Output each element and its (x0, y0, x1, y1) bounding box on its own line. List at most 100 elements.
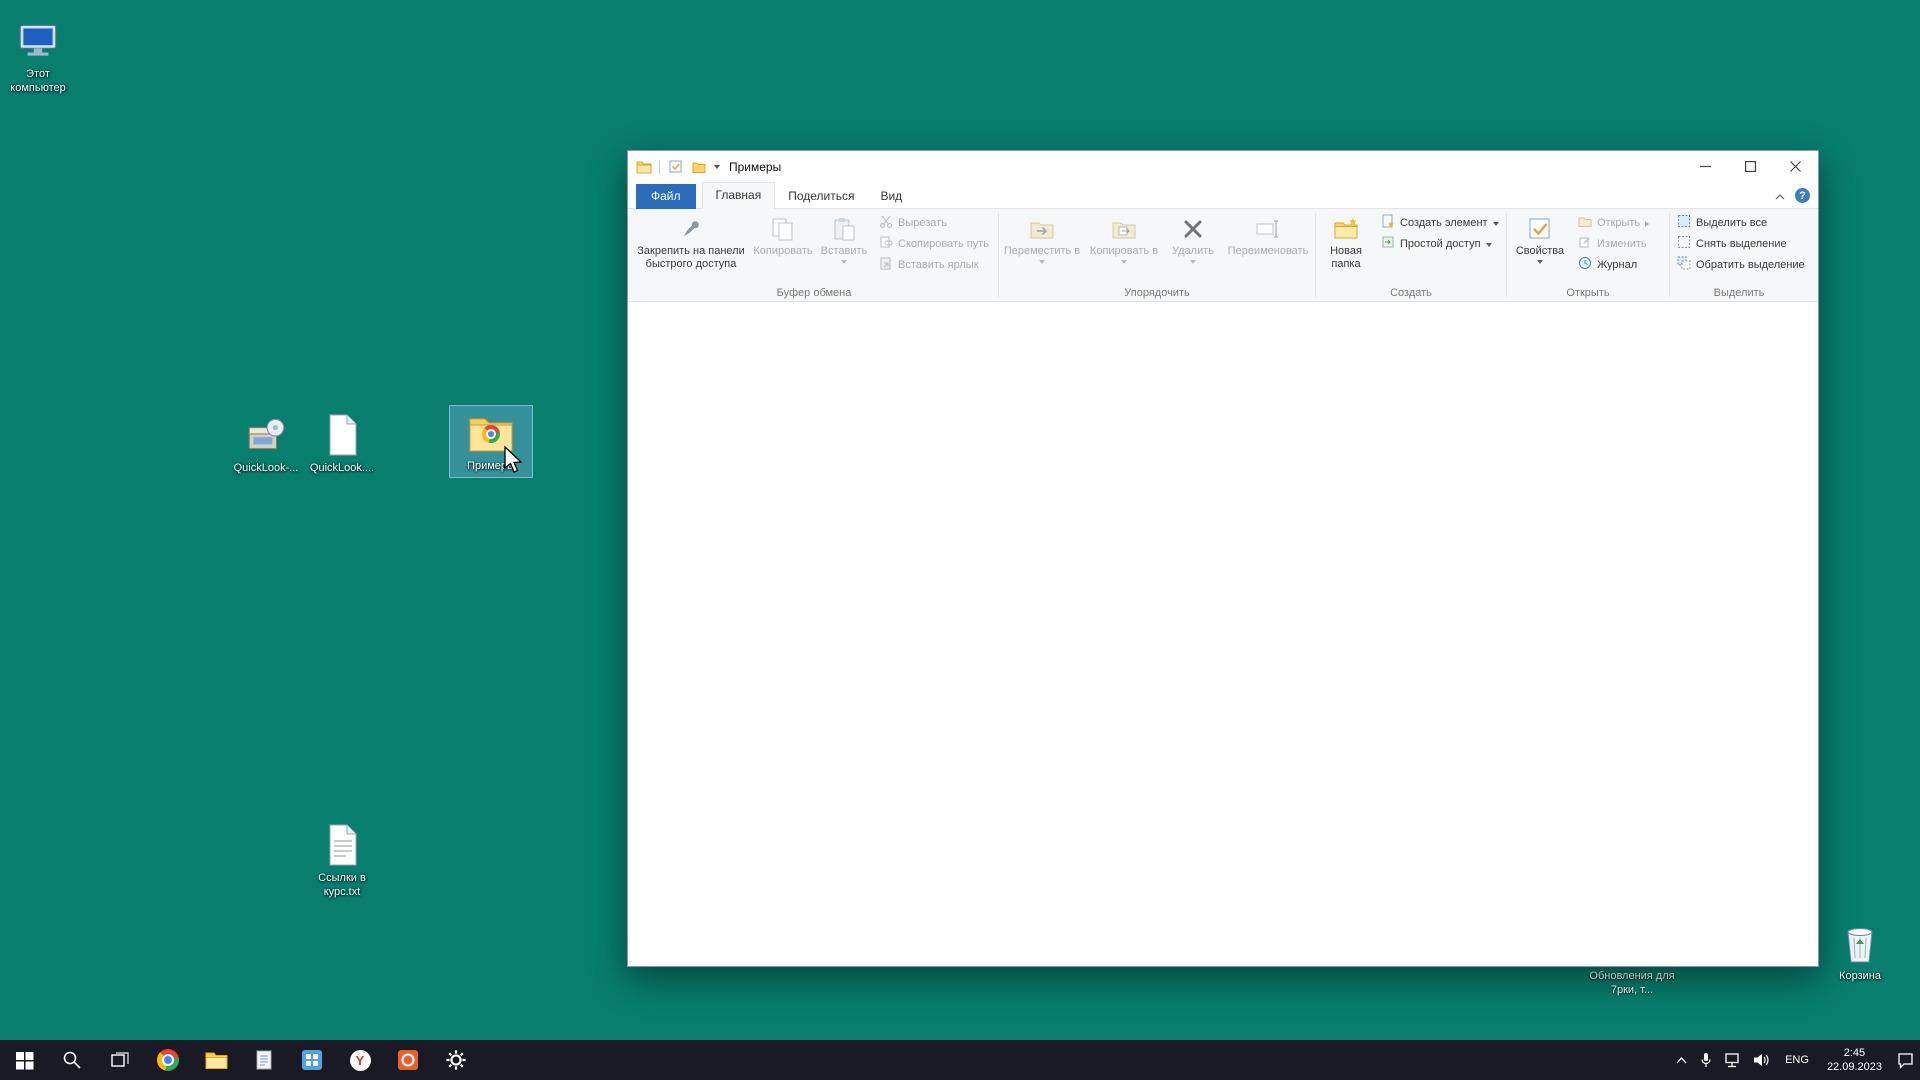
action-center-button[interactable] (1891, 1040, 1920, 1080)
taskbar-notepad-button[interactable] (240, 1040, 288, 1080)
new-folder-button[interactable]: Новая папка (1317, 211, 1375, 284)
desktop-icon-primery-folder[interactable]: Примеры (450, 406, 532, 477)
invert-selection-button[interactable]: Обратить выделение (1671, 255, 1807, 276)
open-button[interactable]: Открыть (1572, 213, 1668, 234)
tray-mic-button[interactable] (1693, 1040, 1719, 1080)
copy-button[interactable]: Копировать (751, 211, 815, 284)
paste-button[interactable]: Вставить (815, 211, 873, 284)
easy-access-icon (1381, 235, 1395, 254)
move-to-button[interactable]: Переместить в (1000, 211, 1084, 284)
rename-button[interactable]: Переименовать (1222, 211, 1314, 284)
dropdown-caret-icon (1039, 260, 1045, 264)
group-label-new: Создать (1317, 284, 1505, 301)
maximize-button[interactable] (1728, 151, 1773, 182)
properties-button[interactable]: Свойства (1508, 211, 1572, 284)
ribbon-group-organize: Переместить в Копировать в Удалить (999, 209, 1315, 301)
new-item-button[interactable]: Создать элемент (1375, 213, 1505, 234)
ribbon-group-clipboard: Закрепить на панели быстрого доступа Коп… (630, 209, 998, 301)
submenu-caret-icon (1645, 221, 1649, 227)
copy-to-button[interactable]: Копировать в (1084, 211, 1164, 284)
copy-path-icon (879, 235, 893, 254)
history-button[interactable]: Журнал (1572, 255, 1668, 276)
window-controls (1683, 151, 1818, 182)
delete-button[interactable]: Удалить (1164, 211, 1222, 284)
copy-to-icon (1111, 214, 1137, 244)
taskbar-settings-button[interactable] (432, 1040, 480, 1080)
paste-shortcut-icon (879, 256, 893, 275)
rename-icon (1255, 214, 1281, 244)
folder-icon (467, 409, 515, 457)
history-icon (1578, 256, 1592, 275)
desktop-icon-links-txt[interactable]: Ссылки в курс.txt (297, 818, 387, 903)
collapse-ribbon-icon[interactable] (1775, 187, 1785, 205)
speaker-icon (1753, 1053, 1770, 1067)
taskbar-orange-app-button[interactable] (384, 1040, 432, 1080)
icon-label: Примеры (467, 460, 515, 474)
start-button[interactable] (0, 1040, 48, 1080)
move-to-icon (1029, 214, 1055, 244)
icon-label: QuickLook-... (234, 462, 299, 476)
desktop-icon-recycle-bin[interactable]: Корзина (1815, 916, 1905, 987)
ribbon: Закрепить на панели быстрого доступа Коп… (628, 209, 1818, 302)
desktop-icon-quicklook-file[interactable]: QuickLook.... (297, 408, 387, 479)
edit-icon (1578, 235, 1592, 254)
icon-label: Ссылки в курс.txt (310, 872, 374, 900)
easy-access-button[interactable]: Простой доступ (1375, 234, 1505, 255)
new-item-icon (1381, 214, 1395, 233)
action-center-icon (1897, 1052, 1914, 1069)
language-indicator[interactable]: ENG (1776, 1040, 1818, 1080)
taskbar-y-app-button[interactable]: Y (336, 1040, 384, 1080)
qat-customize-caret-icon[interactable] (714, 165, 720, 169)
search-button[interactable] (48, 1040, 96, 1080)
copy-path-button[interactable]: Скопировать путь (873, 234, 997, 255)
this-pc-icon (14, 17, 62, 65)
qat-separator (659, 160, 660, 174)
help-icon[interactable]: ? (1795, 188, 1810, 203)
taskbar-chrome-button[interactable] (144, 1040, 192, 1080)
title-bar[interactable]: Примеры (628, 151, 1818, 182)
tray-volume-button[interactable] (1747, 1040, 1776, 1080)
pin-to-quick-access-button[interactable]: Закрепить на панели быстрого доступа (631, 211, 751, 284)
taskbar-blue-app-button[interactable] (288, 1040, 336, 1080)
taskbar-explorer-button[interactable] (192, 1040, 240, 1080)
cut-button[interactable]: Вырезать (873, 213, 997, 234)
tab-share[interactable]: Поделиться (775, 184, 867, 209)
search-icon (62, 1050, 82, 1070)
select-all-button[interactable]: Выделить все (1671, 213, 1807, 234)
paste-shortcut-button[interactable]: Вставить ярлык (873, 255, 997, 276)
qat-properties-icon[interactable] (666, 158, 684, 176)
copy-icon (770, 214, 796, 244)
dropdown-caret-icon (1121, 260, 1127, 264)
tray-network-button[interactable] (1719, 1040, 1747, 1080)
tab-file[interactable]: Файл (636, 184, 696, 209)
invert-selection-icon (1677, 256, 1691, 275)
system-tray: ENG 2:45 22.09.2023 (1670, 1040, 1920, 1080)
dropdown-caret-icon (1537, 260, 1543, 264)
dropdown-caret-icon (1486, 243, 1492, 247)
tab-home[interactable]: Главная (702, 182, 776, 209)
dropdown-caret-icon (841, 260, 847, 264)
group-label-organize: Упорядочить (1000, 284, 1314, 301)
pin-icon (678, 214, 704, 244)
blue-app-icon (301, 1049, 323, 1071)
properties-icon (1527, 214, 1553, 244)
tab-view[interactable]: Вид (867, 184, 915, 209)
network-icon (1725, 1053, 1741, 1068)
task-view-button[interactable] (96, 1040, 144, 1080)
taskbar-clock[interactable]: 2:45 22.09.2023 (1818, 1040, 1891, 1080)
desktop-icon-this-pc[interactable]: Этот компьютер (0, 14, 76, 99)
tray-expand-button[interactable] (1670, 1040, 1693, 1080)
open-icon (1578, 214, 1592, 233)
select-none-button[interactable]: Снять выделение (1671, 234, 1807, 255)
edit-button[interactable]: Изменить (1572, 234, 1668, 255)
desktop-icon-hidden-label[interactable]: Обновления для 7рки, т... (1576, 969, 1688, 998)
qat-new-folder-icon[interactable] (690, 158, 708, 176)
dropdown-caret-icon (1190, 260, 1196, 264)
clock-date: 22.09.2023 (1827, 1060, 1882, 1074)
installer-icon (242, 411, 290, 459)
close-button[interactable] (1773, 151, 1818, 182)
folder-content-area[interactable] (628, 302, 1818, 966)
minimize-button[interactable] (1683, 151, 1728, 182)
dropdown-caret-icon (1493, 222, 1499, 226)
settings-gear-icon (445, 1049, 467, 1071)
